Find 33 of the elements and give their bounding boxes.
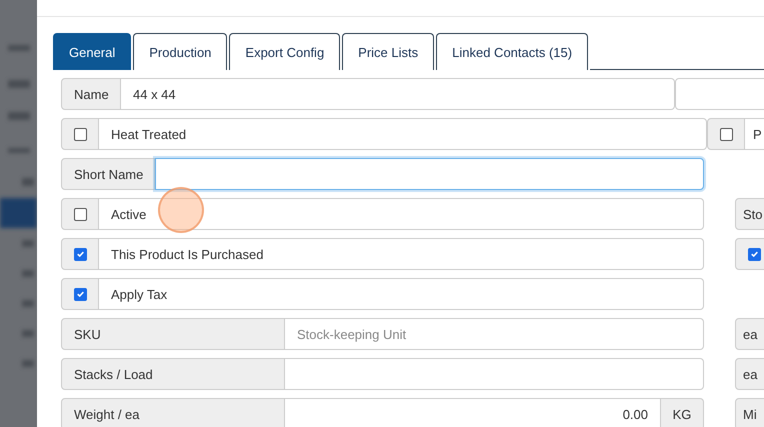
- checkbox-label: P: [745, 118, 764, 150]
- unit-label: KG: [661, 398, 704, 427]
- tab[interactable]: Linked Contacts (15): [436, 33, 588, 70]
- input-field[interactable]: Stock-keeping Unit: [285, 318, 704, 350]
- tab[interactable]: General: [53, 33, 132, 70]
- field-label: Name: [61, 78, 121, 110]
- checkbox-label: Heat Treated: [99, 118, 707, 150]
- checkbox[interactable]: [74, 248, 86, 260]
- checkbox[interactable]: [74, 128, 86, 140]
- field-label: Short Name: [61, 158, 155, 190]
- field-label: Stacks / Load: [61, 358, 285, 390]
- tab[interactable]: Price Lists: [342, 33, 434, 70]
- input-field[interactable]: [155, 158, 704, 190]
- field-label: Sto: [735, 198, 764, 230]
- input-field[interactable]: [285, 358, 704, 390]
- input-field[interactable]: 44 x 44: [121, 78, 675, 110]
- checkbox[interactable]: [748, 248, 760, 260]
- click-marker: [158, 187, 204, 233]
- field-label: SKU: [61, 318, 285, 350]
- field-label: Weight / ea: [61, 398, 285, 427]
- field-label: ea: [735, 358, 764, 390]
- checkbox[interactable]: [720, 128, 732, 140]
- input-field[interactable]: 0.00: [285, 398, 661, 427]
- field-label: Mi: [735, 398, 764, 427]
- tab[interactable]: Export Config: [229, 33, 340, 70]
- tab[interactable]: Production: [133, 33, 228, 70]
- checkbox[interactable]: [74, 288, 86, 300]
- checkbox-label: Active: [99, 198, 704, 230]
- input-field[interactable]: [675, 78, 764, 110]
- field-label: ea: [735, 318, 764, 350]
- checkbox-label: Apply Tax: [99, 278, 704, 310]
- checkbox-label: This Product Is Purchased: [99, 238, 704, 270]
- checkbox[interactable]: [74, 208, 86, 220]
